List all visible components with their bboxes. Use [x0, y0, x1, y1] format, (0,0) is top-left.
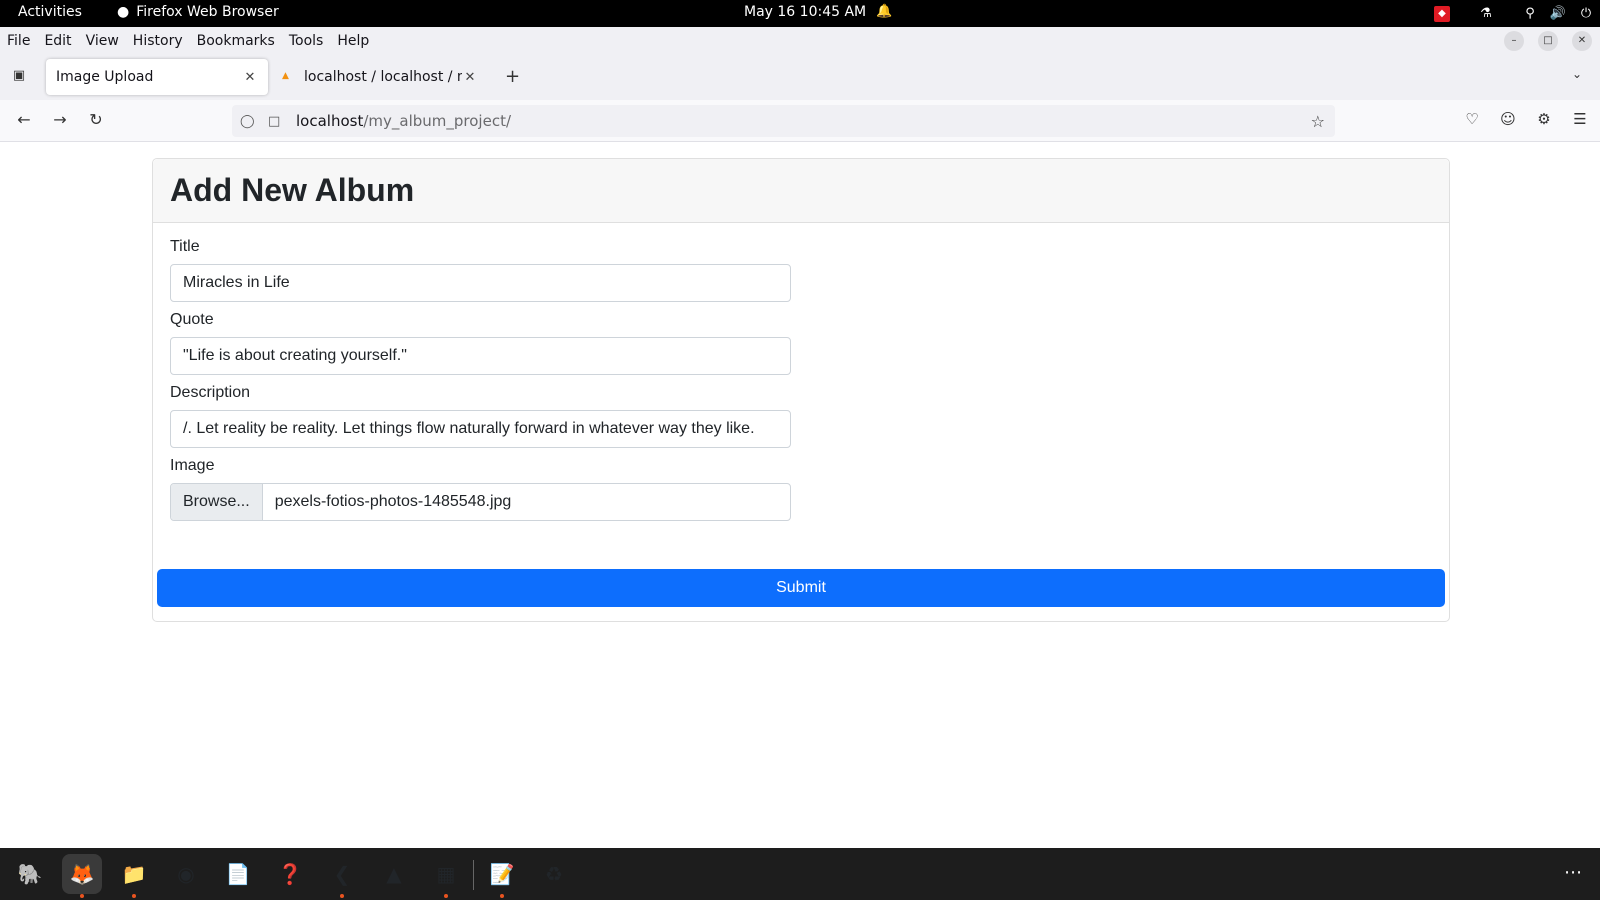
menu-edit[interactable]: Edit	[37, 33, 78, 49]
url-path: /my_album_project/	[363, 112, 511, 130]
menu-history[interactable]: History	[126, 33, 190, 49]
firefox-view-icon[interactable]: ▣	[10, 68, 28, 86]
menu-file[interactable]: File	[0, 33, 37, 49]
image-group: Image Browse... pexels-fotios-photos-148…	[170, 456, 1432, 521]
pocket-icon[interactable]: ♡	[1462, 110, 1482, 128]
close-tab-icon[interactable]: ✕	[462, 70, 478, 85]
album-form: Title Miracles in Life Quote "Life is ab…	[153, 223, 1449, 521]
browse-button[interactable]: Browse...	[171, 484, 263, 520]
libreoffice-writer-icon[interactable]: 📄	[218, 854, 258, 894]
app-name: Firefox Web Browser	[136, 4, 279, 20]
menu-tools[interactable]: Tools	[282, 33, 331, 49]
quote-label: Quote	[170, 311, 214, 328]
activities-button[interactable]: Activities	[18, 4, 82, 20]
title-label: Title	[170, 238, 200, 255]
bookmark-star-icon[interactable]: ☆	[1311, 112, 1325, 131]
list-all-tabs-icon[interactable]: ⌄	[1572, 67, 1582, 81]
firefox-icon: ●	[117, 4, 130, 20]
text-editor-icon[interactable]: 📝	[482, 854, 522, 898]
page-info-icon[interactable]: □	[268, 114, 284, 129]
forward-icon[interactable]: →	[50, 110, 70, 130]
reload-icon[interactable]: ↻	[86, 110, 106, 130]
show-apps-icon[interactable]: ⋯	[1564, 862, 1582, 883]
terminal-icon[interactable]: ▦	[426, 854, 466, 898]
minimize-icon[interactable]: –	[1504, 31, 1524, 51]
image-label: Image	[170, 457, 215, 474]
back-icon[interactable]: ←	[14, 110, 34, 130]
quote-group: Quote "Life is about creating yourself."	[170, 310, 1432, 375]
phpmyadmin-favicon-icon: ▲	[282, 71, 289, 81]
trash-icon[interactable]: ♻	[534, 854, 574, 894]
tab-image-upload[interactable]: Image Upload ✕	[46, 59, 268, 95]
dock-separator	[473, 860, 474, 890]
image-file-input[interactable]: Browse... pexels-fotios-photos-1485548.j…	[170, 483, 791, 521]
app-menu-icon[interactable]: ☰	[1570, 110, 1590, 128]
running-indicator	[80, 894, 84, 898]
extensions-icon[interactable]: ⚙	[1534, 110, 1554, 128]
tracking-shield-icon[interactable]: ◯	[240, 114, 256, 129]
card-header: Add New Album	[153, 159, 1449, 223]
url-text[interactable]: localhost/my_album_project/	[296, 112, 511, 130]
notification-bell-icon[interactable]: 🔔	[876, 4, 892, 19]
files-icon[interactable]: 📁	[114, 854, 154, 898]
description-input[interactable]: /. Let reality be reality. Let things fl…	[170, 410, 791, 448]
new-tab-icon[interactable]: +	[505, 66, 520, 87]
quote-input[interactable]: "Life is about creating yourself."	[170, 337, 791, 375]
selected-file-name: pexels-fotios-photos-1485548.jpg	[274, 493, 512, 510]
close-window-icon[interactable]: ✕	[1572, 31, 1592, 51]
url-bar[interactable]: ◯ □ localhost/my_album_project/ ☆	[232, 105, 1335, 137]
window-controls: – □ ✕	[1504, 31, 1592, 51]
tab-bar: ▣ Image Upload ✕ ▲ localhost / localhost…	[0, 55, 1600, 100]
running-indicator	[444, 894, 448, 898]
system-top-bar: Activities ● Firefox Web Browser May 16 …	[0, 0, 1600, 27]
tab-phpmyadmin[interactable]: ▲ localhost / localhost / my ✕	[272, 59, 488, 95]
account-icon[interactable]: ☺	[1498, 110, 1518, 128]
submit-button[interactable]: Submit	[157, 569, 1445, 607]
help-icon[interactable]: ❓	[270, 854, 310, 894]
toolbar-icons: ♡ ☺ ⚙ ☰	[1462, 110, 1590, 128]
system-tray[interactable]: ◆ ⚗ ⚲ 🔊 ⏻	[1428, 0, 1600, 27]
power-icon[interactable]: ⏻	[1572, 6, 1600, 21]
menu-view[interactable]: View	[79, 33, 126, 49]
navigation-bar: ← → ↻ ◯ □ localhost/my_album_project/ ☆ …	[0, 100, 1600, 142]
app-menu[interactable]: ● Firefox Web Browser	[117, 4, 279, 20]
screen-share-indicator-icon[interactable]: ◆	[1428, 5, 1456, 22]
title-input[interactable]: Miracles in Life	[170, 264, 791, 302]
tab-title: localhost / localhost / my	[304, 69, 462, 85]
running-indicator	[340, 894, 344, 898]
app-center-icon[interactable]: ▲	[374, 854, 414, 894]
tab-title: Image Upload	[56, 69, 154, 85]
url-host: localhost	[296, 112, 364, 130]
close-tab-icon[interactable]: ✕	[242, 70, 258, 85]
running-indicator	[132, 894, 136, 898]
volume-icon[interactable]: 🔊	[1544, 6, 1572, 21]
menu-help[interactable]: Help	[330, 33, 376, 49]
menu-bar: File Edit View History Bookmarks Tools H…	[0, 27, 1600, 55]
vscode-icon[interactable]: ❮	[322, 854, 362, 898]
description-label: Description	[170, 384, 251, 401]
clock[interactable]: May 16 10:45 AM	[744, 4, 866, 20]
pgadmin-icon[interactable]: 🐘	[10, 854, 50, 894]
network-icon[interactable]: ⚲	[1516, 6, 1544, 21]
firefox-dock-icon[interactable]: 🦊	[62, 854, 102, 898]
description-group: Description /. Let reality be reality. L…	[170, 383, 1432, 448]
menu-bookmarks[interactable]: Bookmarks	[190, 33, 282, 49]
accessibility-icon[interactable]: ⚗	[1456, 6, 1516, 21]
page-title: Add New Album	[170, 172, 415, 208]
maximize-icon[interactable]: □	[1538, 31, 1558, 51]
rhythmbox-icon[interactable]: ◉	[166, 854, 206, 894]
running-indicator	[500, 894, 504, 898]
title-group: Title Miracles in Life	[170, 237, 1432, 302]
album-form-card: Add New Album Title Miracles in Life Quo…	[152, 158, 1450, 622]
dock: 🐘 🦊 📁 ◉ 📄 ❓ ❮ ▲ ▦ 📝 ♻ ⋯	[0, 848, 1600, 900]
